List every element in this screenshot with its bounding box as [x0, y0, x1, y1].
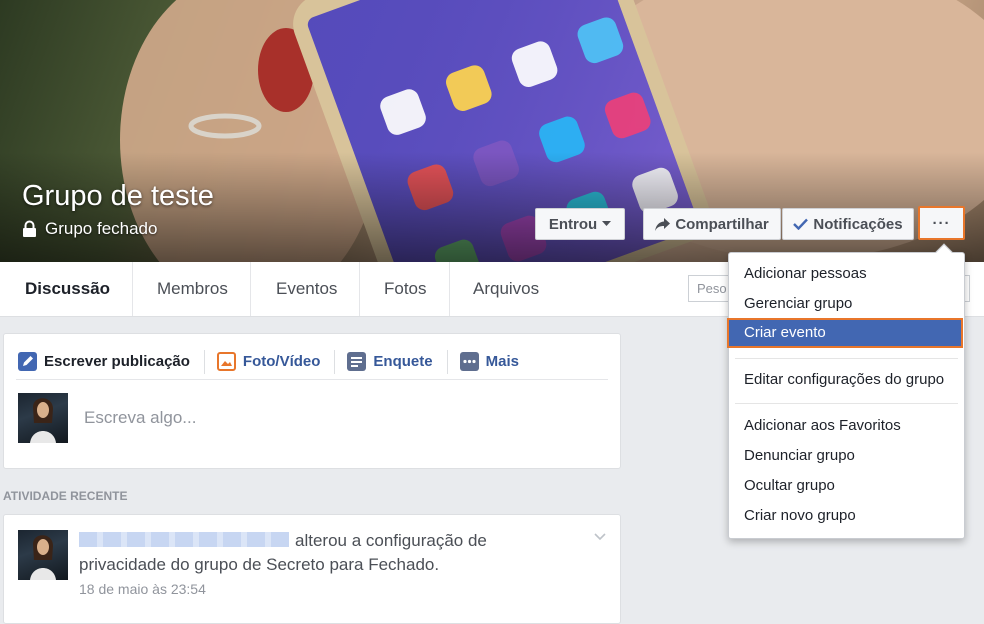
avatar[interactable]: [18, 530, 68, 580]
menu-item-add-people[interactable]: Adicionar pessoas: [729, 259, 964, 289]
share-label: Compartilhar: [675, 215, 769, 233]
poll-icon: [347, 352, 367, 371]
menu-item-edit-settings[interactable]: Editar configurações do grupo: [729, 365, 964, 395]
share-arrow-icon: [655, 217, 671, 231]
poll-button[interactable]: Enquete: [334, 349, 440, 374]
menu-divider: [735, 403, 958, 404]
group-options-menu: Adicionar pessoas Gerenciar grupo Criar …: [727, 243, 965, 539]
menu-divider: [735, 358, 958, 359]
menu-item-create-new-group[interactable]: Criar novo grupo: [729, 501, 964, 531]
pencil-icon: [18, 352, 37, 371]
joined-label: Entrou: [548, 215, 598, 233]
check-icon: [793, 218, 809, 230]
poll-label: Enquete: [373, 353, 433, 370]
tab-photos[interactable]: Fotos: [362, 262, 450, 316]
blurred-user-name[interactable]: [79, 532, 289, 547]
notifications-label: Notificações: [813, 215, 903, 233]
activity-text: alterou a configuração de privacidade do…: [79, 529, 519, 577]
activity-timestamp[interactable]: 18 de maio às 23:54: [79, 581, 206, 597]
group-privacy-label: Grupo fechado: [45, 219, 158, 238]
tab-files[interactable]: Arquivos: [451, 262, 561, 316]
tab-discussion[interactable]: Discussão: [3, 262, 134, 316]
joined-button[interactable]: Entrou: [535, 208, 625, 240]
caret-down-icon: [602, 221, 612, 226]
composer-actions: Escrever publicação Foto/Vídeo Enquete M…: [16, 344, 608, 380]
chevron-down-icon[interactable]: [594, 533, 606, 541]
avatar[interactable]: [18, 393, 68, 443]
lock-icon: [22, 220, 37, 238]
share-button[interactable]: Compartilhar: [643, 208, 781, 240]
menu-item-add-favorites[interactable]: Adicionar aos Favoritos: [729, 411, 964, 441]
group-privacy: Grupo fechado: [22, 219, 157, 239]
recent-activity-heading: ATIVIDADE RECENTE: [3, 489, 128, 503]
menu-item-hide-group[interactable]: Ocultar grupo: [729, 471, 964, 501]
composer-input[interactable]: Escreva algo...: [84, 408, 196, 428]
activity-item: alterou a configuração de privacidade do…: [3, 514, 621, 624]
group-title[interactable]: Grupo de teste: [22, 180, 214, 213]
more-label: Mais: [485, 353, 519, 370]
notifications-button[interactable]: Notificações: [782, 208, 914, 240]
menu-item-manage-group[interactable]: Gerenciar grupo: [729, 289, 964, 319]
group-cover-photo: Grupo de teste Grupo fechado Entrou Comp…: [0, 0, 984, 262]
more-dots-icon: ···: [932, 214, 951, 232]
tab-events[interactable]: Eventos: [254, 262, 361, 316]
more-options-button[interactable]: ···: [918, 206, 965, 240]
write-post-label: Escrever publicação: [44, 353, 190, 370]
photo-video-button[interactable]: Foto/Vídeo: [203, 349, 329, 374]
post-composer: Escrever publicação Foto/Vídeo Enquete M…: [3, 333, 621, 469]
photo-video-label: Foto/Vídeo: [242, 353, 321, 370]
menu-item-report-group[interactable]: Denunciar grupo: [729, 441, 964, 471]
more-icon: [459, 352, 479, 371]
menu-item-create-event[interactable]: Criar evento: [727, 318, 963, 348]
write-post-button[interactable]: Escrever publicação: [16, 350, 198, 374]
more-button[interactable]: Mais: [446, 349, 527, 374]
photo-icon: [216, 352, 236, 371]
tab-members[interactable]: Membros: [135, 262, 251, 316]
